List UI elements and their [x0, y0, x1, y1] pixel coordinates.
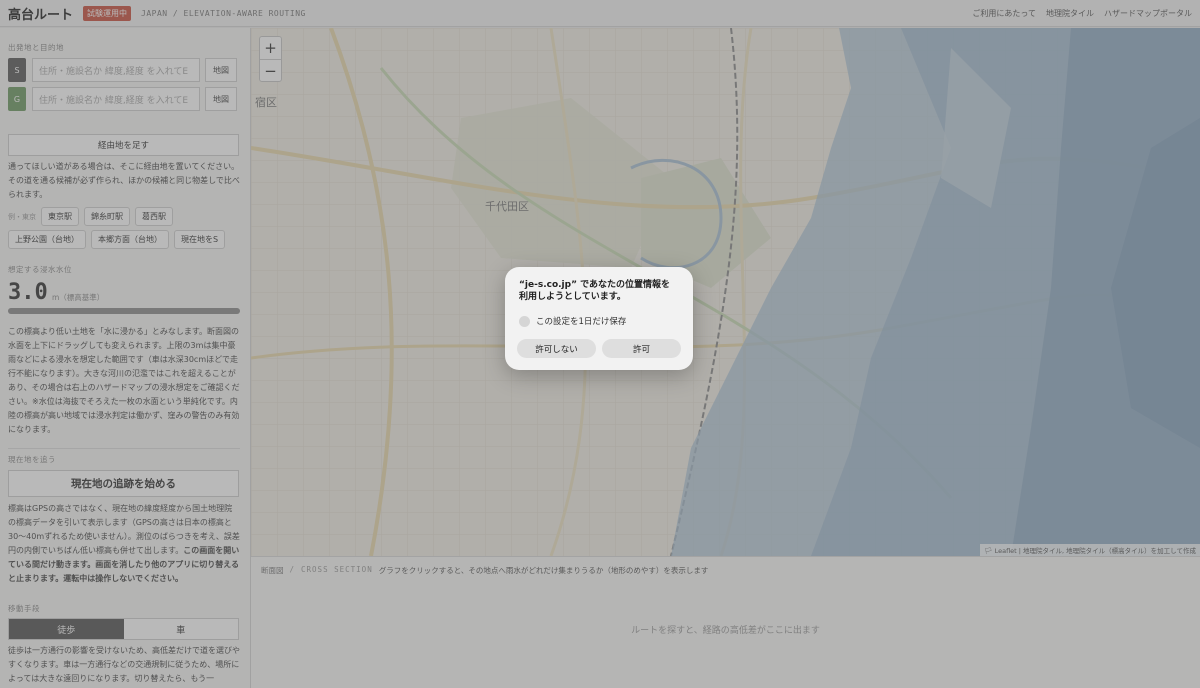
- dialog-title: “je-s.co.jp” であなたの位置情報を利用しようとしています。: [519, 280, 671, 302]
- remember-one-day-option[interactable]: この設定を1日だけ保存: [519, 315, 679, 327]
- dialog-buttons: 許可しない 許可: [517, 339, 681, 358]
- allow-button[interactable]: 許可: [602, 339, 681, 358]
- remember-checkbox-label: この設定を1日だけ保存: [536, 317, 627, 327]
- remember-checkbox[interactable]: [519, 315, 530, 327]
- location-permission-dialog: “je-s.co.jp” であなたの位置情報を利用しようとしています。 この設定…: [505, 267, 693, 370]
- deny-button[interactable]: 許可しない: [517, 339, 596, 358]
